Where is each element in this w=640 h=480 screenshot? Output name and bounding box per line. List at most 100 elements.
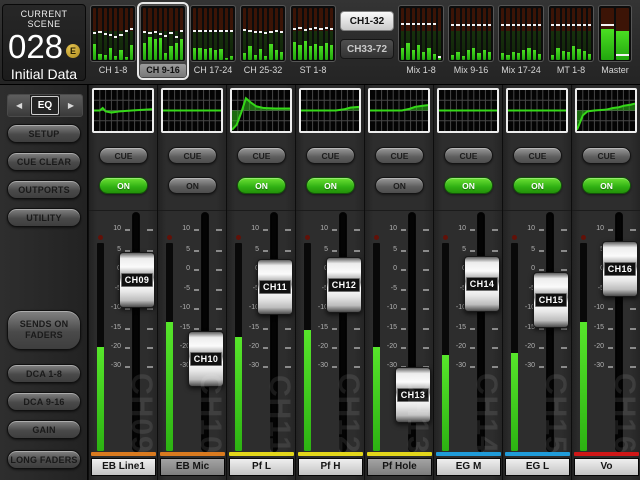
fader-scale-label: 5 bbox=[102, 246, 121, 254]
cue-button[interactable]: CUE bbox=[444, 147, 493, 164]
on-button[interactable]: ON bbox=[582, 177, 631, 194]
fader-scale-tick bbox=[354, 328, 360, 330]
eq-graph[interactable] bbox=[437, 88, 499, 133]
fader-cap[interactable]: CH09 bbox=[119, 252, 155, 308]
on-button[interactable]: ON bbox=[306, 177, 355, 194]
meter-tab-ch-17-24[interactable]: CH 17-24 bbox=[189, 4, 237, 78]
channel-name-label[interactable]: EG M bbox=[436, 458, 501, 476]
meter-bar bbox=[401, 8, 404, 60]
long-faders-button[interactable]: LONG FADERS bbox=[7, 450, 81, 469]
meter-bar bbox=[125, 8, 128, 60]
dca-9-16-button[interactable]: DCA 9-16 bbox=[7, 392, 81, 411]
meter-bar bbox=[417, 8, 420, 60]
meter-bar bbox=[164, 8, 167, 60]
meter-bar bbox=[248, 8, 251, 60]
eq-graph[interactable] bbox=[92, 88, 154, 133]
fader-mark bbox=[219, 30, 222, 32]
channel-name-label[interactable]: Pf L bbox=[229, 458, 294, 476]
cue-button[interactable]: CUE bbox=[237, 147, 286, 164]
fader-mark bbox=[209, 30, 212, 32]
meter-bar bbox=[538, 8, 541, 60]
meter-tab-master[interactable]: Master bbox=[597, 4, 633, 78]
meter-tab-mix-9-16[interactable]: Mix 9-16 bbox=[447, 4, 495, 78]
fader-mark bbox=[483, 24, 486, 26]
channel-name-label[interactable]: Vo bbox=[574, 458, 639, 476]
channel-watermark: CH09 bbox=[126, 373, 156, 454]
on-button[interactable]: ON bbox=[237, 177, 286, 194]
cue-button[interactable]: CUE bbox=[306, 147, 355, 164]
meter-tab-mt-1-8[interactable]: MT 1-8 bbox=[547, 4, 595, 78]
fader-scale-tick bbox=[194, 269, 199, 271]
eq-graph[interactable] bbox=[575, 88, 637, 133]
meter-tab-mix-17-24[interactable]: Mix 17-24 bbox=[497, 4, 545, 78]
meter-bar bbox=[298, 8, 301, 60]
meter-bar bbox=[304, 8, 307, 60]
bank-button-ch1-32[interactable]: CH1-32 bbox=[340, 11, 394, 31]
gain-button[interactable]: GAIN bbox=[7, 420, 81, 439]
top-meter-bridge: CURRENT SCENE 028 E Initial Data CH 1-8C… bbox=[0, 0, 640, 85]
fader-scale-label: 0 bbox=[171, 265, 190, 273]
clip-indicator bbox=[581, 235, 586, 240]
cue-button[interactable]: CUE bbox=[582, 147, 631, 164]
meter-tab-ch-9-16[interactable]: CH 9-16 bbox=[139, 4, 187, 78]
eq-graph[interactable] bbox=[299, 88, 361, 133]
fader-scale-tick bbox=[332, 347, 337, 349]
utility-button[interactable]: UTILITY bbox=[7, 208, 81, 227]
eq-graph[interactable] bbox=[506, 88, 568, 133]
meter-display bbox=[598, 5, 632, 62]
channel-name-label[interactable]: EB Line1 bbox=[91, 458, 156, 476]
meter-tab-mix-1-8[interactable]: Mix 1-8 bbox=[397, 4, 445, 78]
fader-cap[interactable]: CH14 bbox=[464, 256, 500, 312]
fader-scale-label: 10 bbox=[102, 225, 121, 233]
fader-scale-label: -15 bbox=[240, 324, 259, 332]
fader-cap[interactable]: CH16 bbox=[602, 241, 638, 297]
bank-button-ch33-72[interactable]: CH33-72 bbox=[340, 39, 394, 59]
on-button[interactable]: ON bbox=[444, 177, 493, 194]
channel-color-bar bbox=[436, 452, 501, 456]
sends-on-faders-button[interactable]: SENDS ON FADERS bbox=[7, 310, 81, 350]
meter-bar bbox=[477, 8, 480, 60]
fader-scale-tick bbox=[285, 328, 291, 330]
fader-scale-tick bbox=[539, 269, 544, 271]
eq-prev-arrow-icon[interactable]: ◀ bbox=[8, 95, 30, 116]
eq-graph[interactable] bbox=[368, 88, 430, 133]
channel-name-label[interactable]: Pf H bbox=[298, 458, 363, 476]
fader-cap[interactable]: CH15 bbox=[533, 272, 569, 328]
meter-tab-label: CH 17-24 bbox=[190, 64, 236, 77]
on-button[interactable]: ON bbox=[168, 177, 217, 194]
fader-cap[interactable]: CH12 bbox=[326, 257, 362, 313]
channel-name-label[interactable]: EB Mic bbox=[160, 458, 225, 476]
eq-graph[interactable] bbox=[161, 88, 223, 133]
fader-scale-tick bbox=[263, 229, 268, 231]
fader-scale-tick bbox=[285, 347, 291, 349]
fader-mark bbox=[264, 32, 267, 34]
channel-name-label[interactable]: Pf Hole bbox=[367, 458, 432, 476]
meter-tab-ch-1-8[interactable]: CH 1-8 bbox=[89, 4, 137, 78]
meter-tab-ch-25-32[interactable]: CH 25-32 bbox=[239, 4, 287, 78]
on-button[interactable]: ON bbox=[375, 177, 424, 194]
fader-scale-tick bbox=[492, 250, 498, 252]
fader-scale-label: -15 bbox=[447, 324, 466, 332]
on-button[interactable]: ON bbox=[99, 177, 148, 194]
meter-bar bbox=[325, 8, 328, 60]
eq-next-arrow-icon[interactable]: ▶ bbox=[60, 95, 82, 116]
cue-button[interactable]: CUE bbox=[168, 147, 217, 164]
channel-strip-ch09: CUEON1050-5-10-15-20-30CH09CH09EB Line1 bbox=[88, 85, 157, 480]
fader-mark bbox=[143, 31, 146, 33]
meter-bar bbox=[230, 8, 233, 60]
setup-button[interactable]: SETUP bbox=[7, 124, 81, 143]
cue-button[interactable]: CUE bbox=[375, 147, 424, 164]
cue-button[interactable]: CUE bbox=[513, 147, 562, 164]
cue-button[interactable]: CUE bbox=[99, 147, 148, 164]
fader-cap[interactable]: CH11 bbox=[257, 259, 293, 315]
channel-name-label[interactable]: EG L bbox=[505, 458, 570, 476]
on-button[interactable]: ON bbox=[513, 177, 562, 194]
cue-clear-button[interactable]: CUE CLEAR bbox=[7, 152, 81, 171]
meter-tab-st-1-8[interactable]: ST 1-8 bbox=[289, 4, 337, 78]
eq-curve bbox=[94, 90, 152, 131]
fader-mark bbox=[401, 23, 404, 25]
current-scene-panel[interactable]: CURRENT SCENE 028 E Initial Data bbox=[2, 4, 86, 81]
outports-button[interactable]: OUTPORTS bbox=[7, 180, 81, 199]
dca-1-8-button[interactable]: DCA 1-8 bbox=[7, 364, 81, 383]
eq-graph[interactable] bbox=[230, 88, 292, 133]
